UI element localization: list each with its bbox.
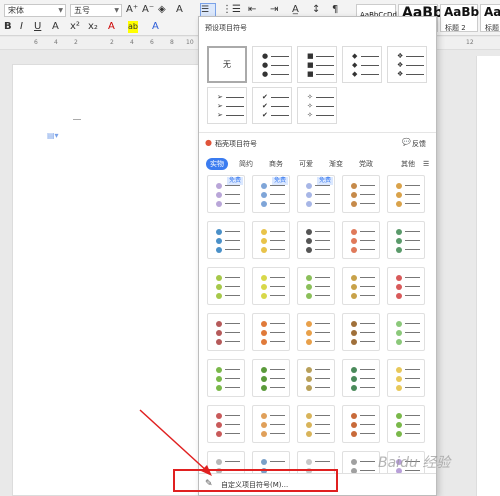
annotation-arrow: [139, 409, 212, 476]
watermark: Baidu 经验: [378, 455, 451, 471]
